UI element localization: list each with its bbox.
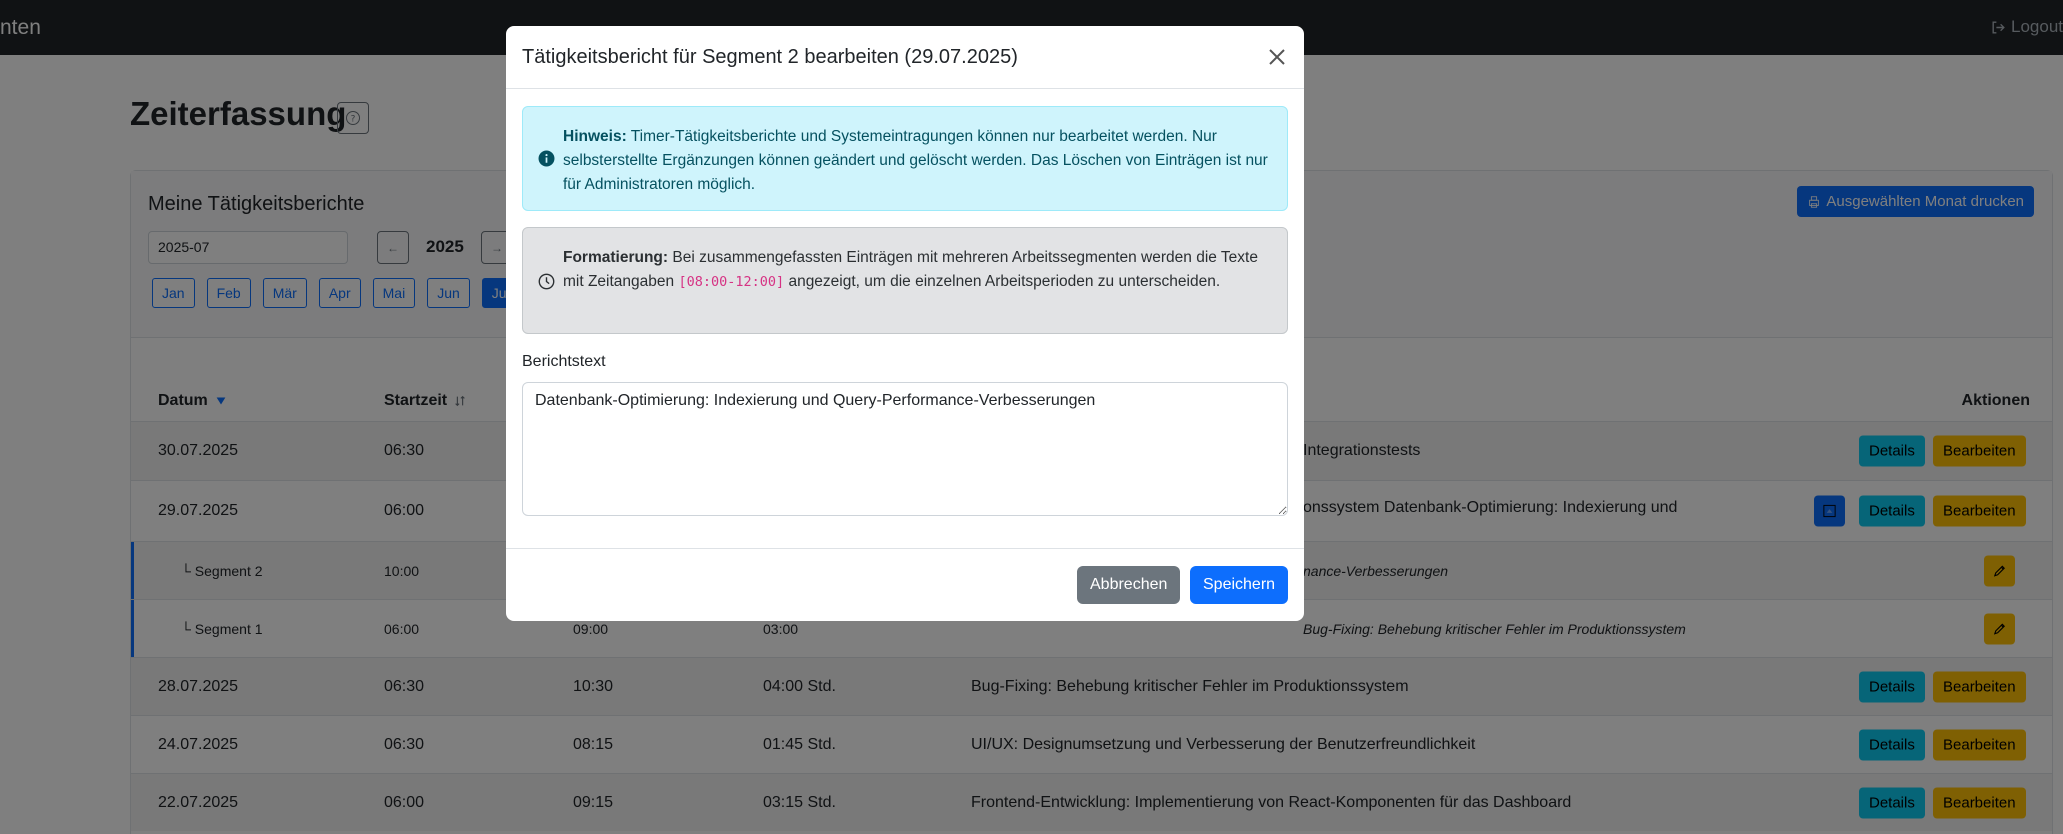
format-alert: Formatierung: Bei zusammengefassten Eint… <box>522 227 1288 334</box>
close-button[interactable] <box>1266 46 1288 68</box>
cancel-button[interactable]: Abbrechen <box>1077 566 1181 604</box>
info-alert: Hinweis: Timer-Tätigkeitsberichte und Sy… <box>522 106 1288 211</box>
info-icon <box>538 150 555 167</box>
edit-report-modal: Tätigkeitsbericht für Segment 2 bearbeit… <box>506 26 1304 621</box>
report-text-input[interactable]: Datenbank-Optimierung: Indexierung und Q… <box>522 382 1288 516</box>
clock-icon <box>538 273 555 290</box>
format-alert-body-2: angezeigt, um die einzelnen Arbeitsperio… <box>784 273 1221 290</box>
format-alert-heading: Formatierung: <box>563 249 669 266</box>
format-example-code: [08:00-12:00] <box>678 274 785 290</box>
modal-title: Tätigkeitsbericht für Segment 2 bearbeit… <box>522 46 1018 68</box>
modal-footer: Abbrechen Speichern <box>506 548 1304 621</box>
report-text-label: Berichtstext <box>522 353 606 370</box>
save-button[interactable]: Speichern <box>1190 566 1289 604</box>
close-icon <box>1269 49 1285 65</box>
info-alert-body: Timer-Tätigkeitsberichte und Systemeintr… <box>563 128 1268 193</box>
info-alert-heading: Hinweis: <box>563 128 627 145</box>
info-alert-text: Hinweis: Timer-Tätigkeitsberichte und Sy… <box>563 125 1268 197</box>
modal-header: Tätigkeitsbericht für Segment 2 bearbeit… <box>506 26 1304 89</box>
format-alert-text: Formatierung: Bei zusammengefassten Eint… <box>563 246 1268 294</box>
